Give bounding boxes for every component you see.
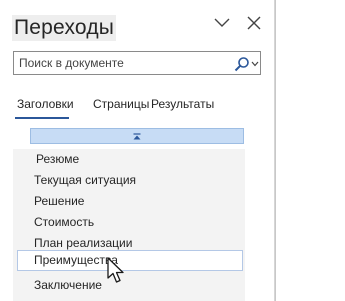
pane-options-button[interactable]	[211, 12, 233, 34]
tab-results[interactable]: Результаты	[151, 97, 214, 111]
heading-item-solution[interactable]: Решение	[17, 191, 243, 212]
search-input[interactable]	[14, 52, 224, 74]
active-tab-indicator	[15, 117, 69, 119]
close-button[interactable]	[243, 12, 265, 34]
heading-item-benefits[interactable]: Преимущества	[17, 250, 243, 271]
close-icon	[247, 16, 261, 30]
navigation-pane: Переходы Заголовки Страницы Результаты Р…	[0, 0, 275, 301]
heading-item-current-situation[interactable]: Текущая ситуация	[17, 170, 243, 191]
tab-headings[interactable]: Заголовки	[17, 97, 74, 111]
heading-item-summary[interactable]: Резюме	[17, 149, 243, 170]
document-page[interactable]	[275, 0, 345, 301]
collapse-all-button[interactable]	[30, 128, 244, 144]
tab-pages[interactable]: Страницы	[93, 97, 149, 111]
caret-down-icon[interactable]	[251, 61, 259, 67]
heading-item-conclusion[interactable]: Заключение	[17, 275, 243, 296]
heading-list: Резюме Текущая ситуация Решение Стоимост…	[13, 149, 245, 301]
heading-item-cost[interactable]: Стоимость	[17, 212, 243, 233]
pane-title: Переходы	[12, 15, 117, 41]
collapse-all-icon	[133, 132, 141, 139]
search-box[interactable]	[13, 51, 261, 75]
search-icon[interactable]	[234, 56, 250, 72]
chevron-down-icon	[214, 18, 230, 27]
